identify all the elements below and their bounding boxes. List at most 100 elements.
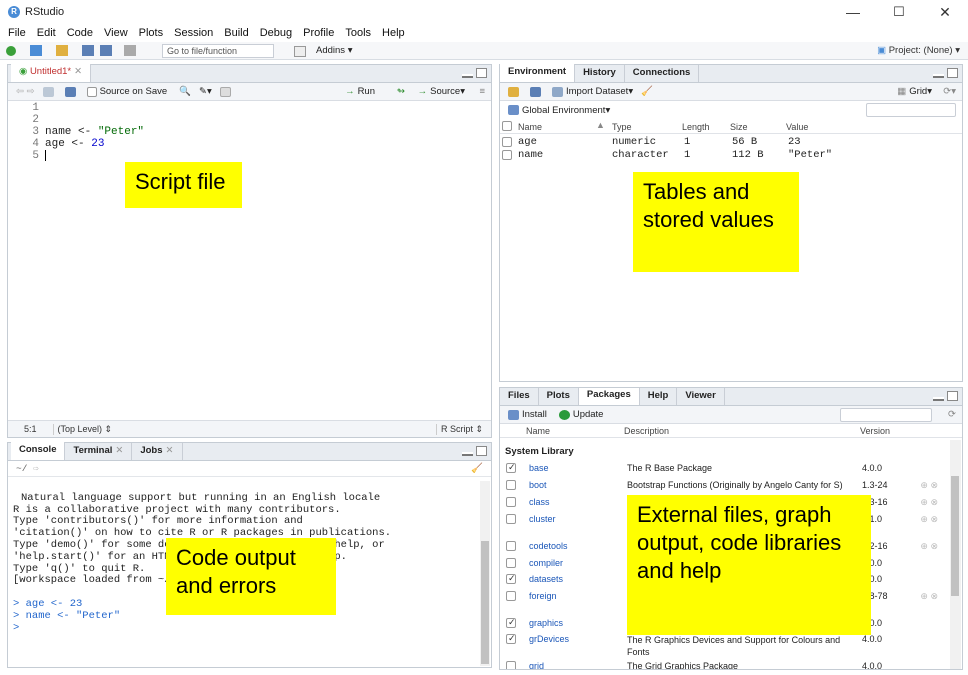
- package-actions-icon[interactable]: ⊕ ⊗: [920, 591, 938, 602]
- file-type-selector[interactable]: R Script ⇕: [435, 423, 483, 435]
- tab-console[interactable]: Console: [11, 442, 66, 460]
- minimize-pane-icon[interactable]: [933, 397, 944, 401]
- menu-plots[interactable]: Plots: [139, 27, 163, 39]
- grid-view-button[interactable]: ▦ Grid ▾: [897, 86, 932, 97]
- package-link[interactable]: graphics: [529, 618, 563, 628]
- package-actions-icon[interactable]: ⊕ ⊗: [920, 514, 938, 525]
- col-type[interactable]: Type: [612, 122, 632, 132]
- project-menu[interactable]: ▣ Project: (None) ▾: [877, 45, 960, 56]
- package-checkbox[interactable]: [506, 573, 516, 584]
- package-checkbox[interactable]: [506, 591, 516, 601]
- menu-code[interactable]: Code: [67, 27, 93, 39]
- console-scrollbar[interactable]: [480, 481, 490, 666]
- tab-plots[interactable]: Plots: [538, 388, 579, 405]
- console-prompt[interactable]: >: [13, 622, 479, 635]
- maximize-pane-icon[interactable]: [476, 446, 487, 456]
- working-directory[interactable]: ~/ ⇨: [16, 463, 39, 474]
- install-button[interactable]: Install: [508, 409, 547, 420]
- scope-selector[interactable]: (Top Level) ⇕: [52, 423, 112, 435]
- package-link[interactable]: grid: [529, 661, 544, 669]
- clear-workspace-icon[interactable]: 🧹: [641, 86, 653, 97]
- update-button[interactable]: Update: [558, 409, 603, 420]
- package-actions-icon[interactable]: ⊕ ⊗: [920, 497, 938, 508]
- col-value[interactable]: Value: [786, 122, 808, 132]
- maximize-button[interactable]: ☐: [876, 0, 922, 24]
- global-environment-selector[interactable]: Global Environment ▾: [508, 105, 610, 116]
- package-checkbox[interactable]: [506, 617, 516, 628]
- scrollbar-thumb[interactable]: [481, 541, 489, 664]
- package-checkbox[interactable]: [506, 633, 516, 644]
- workspace-panes-icon[interactable]: [294, 46, 306, 57]
- menu-build[interactable]: Build: [224, 27, 248, 39]
- packages-search-input[interactable]: [840, 408, 932, 422]
- load-workspace-icon[interactable]: [508, 86, 522, 97]
- tab-help[interactable]: Help: [639, 388, 678, 405]
- environment-search-input[interactable]: [866, 103, 956, 117]
- scrollbar-thumb[interactable]: [951, 476, 959, 596]
- package-link[interactable]: base: [529, 463, 549, 473]
- package-checkbox[interactable]: [506, 541, 516, 551]
- show-in-window-icon[interactable]: [42, 86, 57, 97]
- tab-environment[interactable]: Environment: [500, 64, 576, 82]
- menu-file[interactable]: File: [8, 27, 26, 39]
- minimize-button[interactable]: —: [830, 0, 876, 24]
- tab-packages[interactable]: Packages: [578, 388, 640, 405]
- row-checkbox[interactable]: [502, 137, 512, 147]
- package-checkbox[interactable]: [506, 462, 516, 473]
- addins-menu[interactable]: Addins ▾: [316, 45, 352, 56]
- packages-scrollbar[interactable]: [950, 440, 961, 669]
- menu-edit[interactable]: Edit: [37, 27, 56, 39]
- maximize-pane-icon[interactable]: [476, 68, 487, 78]
- menu-debug[interactable]: Debug: [260, 27, 292, 39]
- save-workspace-icon[interactable]: [530, 86, 544, 97]
- select-all-checkbox[interactable]: [502, 121, 512, 131]
- package-link[interactable]: class: [529, 497, 550, 507]
- table-row[interactable]: age numeric 1 56 B 23: [500, 136, 962, 149]
- col-description[interactable]: Description: [624, 426, 669, 436]
- package-checkbox[interactable]: [506, 661, 516, 669]
- col-version[interactable]: Version: [860, 426, 890, 436]
- close-button[interactable]: ✕: [922, 0, 968, 24]
- new-file-icon[interactable]: [6, 45, 16, 56]
- refresh-icon[interactable]: ⟳: [948, 409, 956, 420]
- menu-view[interactable]: View: [104, 27, 128, 39]
- col-length[interactable]: Length: [682, 122, 710, 132]
- clear-console-icon[interactable]: 🧹: [471, 463, 483, 474]
- minimize-pane-icon[interactable]: [462, 452, 473, 456]
- package-link[interactable]: codetools: [529, 541, 568, 551]
- compile-report-icon[interactable]: [219, 86, 234, 97]
- col-size[interactable]: Size: [730, 122, 748, 132]
- package-link[interactable]: grDevices: [529, 634, 569, 644]
- package-checkbox[interactable]: [506, 497, 516, 507]
- menu-help[interactable]: Help: [382, 27, 405, 39]
- col-name[interactable]: Name: [526, 426, 550, 436]
- row-checkbox[interactable]: [502, 150, 512, 160]
- rerun-icon[interactable]: ↬: [397, 86, 405, 97]
- tab-files[interactable]: Files: [500, 388, 539, 405]
- package-checkbox[interactable]: [506, 480, 516, 490]
- print-icon[interactable]: [124, 45, 136, 56]
- menu-tools[interactable]: Tools: [345, 27, 371, 39]
- col-name[interactable]: Name: [518, 122, 542, 132]
- import-dataset-button[interactable]: Import Dataset ▾: [552, 86, 633, 97]
- outline-icon[interactable]: ≡: [479, 86, 485, 97]
- source-on-save-checkbox[interactable]: Source on Save: [86, 86, 167, 97]
- maximize-pane-icon[interactable]: [947, 68, 958, 78]
- package-checkbox[interactable]: [506, 514, 516, 524]
- package-link[interactable]: boot: [529, 480, 547, 490]
- menu-session[interactable]: Session: [174, 27, 213, 39]
- back-forward-icon[interactable]: ⇦ ⇨: [16, 86, 35, 97]
- tab-history[interactable]: History: [575, 65, 625, 82]
- open-file-icon[interactable]: [56, 45, 68, 56]
- find-icon[interactable]: 🔍: [179, 86, 191, 97]
- save-icon[interactable]: [82, 45, 94, 56]
- save-file-icon[interactable]: [64, 86, 79, 97]
- source-button[interactable]: → Source ▾: [418, 86, 465, 97]
- minimize-pane-icon[interactable]: [462, 74, 473, 78]
- package-link[interactable]: compiler: [529, 558, 563, 568]
- tab-terminal[interactable]: Terminal ✕: [65, 443, 133, 460]
- close-tab-icon[interactable]: ✕: [74, 66, 82, 77]
- tab-connections[interactable]: Connections: [624, 65, 700, 82]
- tab-untitled1[interactable]: ◉ Untitled1* ✕: [11, 64, 92, 82]
- package-link[interactable]: foreign: [529, 591, 557, 601]
